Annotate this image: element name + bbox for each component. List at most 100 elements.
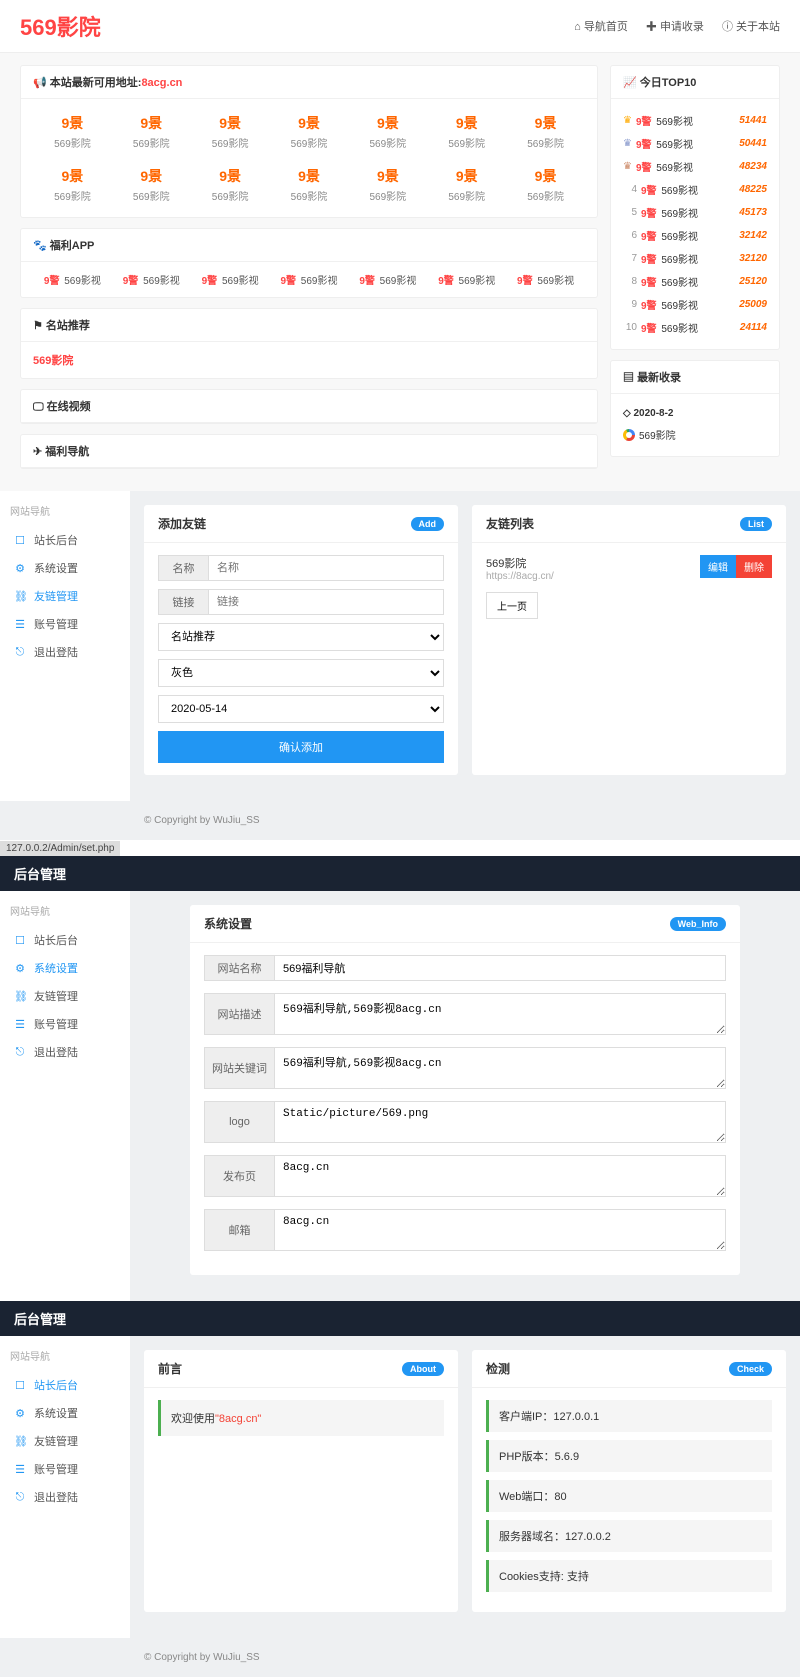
field-textarea[interactable]: 8acg.cn <box>274 1209 726 1251</box>
top10-item[interactable]: ♛9警 569影视48234 <box>623 155 767 178</box>
admin-header: 后台管理 <box>0 856 800 891</box>
sidebar-item[interactable]: ☰ 账号管理 <box>10 1455 120 1483</box>
sidebar-item[interactable]: ☐站长后台 <box>10 1371 120 1399</box>
site-cell[interactable]: 9景569影院 <box>270 109 349 154</box>
fuli-item[interactable]: 9警 569影视 <box>506 272 585 287</box>
site-cell[interactable]: 9景569影院 <box>427 109 506 154</box>
sidebar-icon: ☐ <box>14 534 26 547</box>
site-cell[interactable]: 9景569影院 <box>270 162 349 207</box>
submit-button[interactable]: 确认添加 <box>158 731 444 763</box>
site-icon: 9景 <box>427 166 506 186</box>
site-label: 569影院 <box>506 135 585 150</box>
recent-item[interactable]: 569影院 <box>623 423 767 446</box>
top10-item[interactable]: 79警 569影视32120 <box>623 247 767 270</box>
category-select[interactable]: 名站推荐 <box>158 623 444 651</box>
rec-link[interactable]: 569影院 <box>33 355 73 367</box>
sidebar-item[interactable]: ⚙系统设置 <box>10 954 120 982</box>
site-label: 569影院 <box>427 188 506 203</box>
top10-item[interactable]: 109警 569影视24114 <box>623 316 767 339</box>
sidebar-label: 系统设置 <box>34 560 78 576</box>
site-cell[interactable]: 9景569影院 <box>112 109 191 154</box>
site-logo[interactable]: 569影院 <box>20 10 101 42</box>
nav-home[interactable]: ⌂ 导航首页 <box>574 18 628 34</box>
site-icon: 9景 <box>427 113 506 133</box>
url-bar: 127.0.0.2/Admin/set.php <box>0 841 120 856</box>
sidebar-item[interactable]: ⎋ 退出登陆 <box>10 1483 120 1511</box>
system-settings-title: 系统设置 <box>204 915 252 932</box>
link-list-title: 友链列表 <box>486 515 534 532</box>
top-value: 32120 <box>739 253 767 264</box>
field-textarea[interactable]: 8acg.cn <box>274 1155 726 1197</box>
delete-button[interactable]: 删除 <box>736 555 772 578</box>
sidebar-item[interactable]: ⎋退出登陆 <box>10 1038 120 1066</box>
site-cell[interactable]: 9景569影院 <box>112 162 191 207</box>
check-row: 客户端IP：127.0.0.1 <box>486 1400 772 1432</box>
fuli-item[interactable]: 9警 569影视 <box>348 272 427 287</box>
sidebar-item[interactable]: ☰账号管理 <box>10 610 120 638</box>
site-cell[interactable]: 9景569影院 <box>348 109 427 154</box>
site-cell[interactable]: 9景569影院 <box>33 109 112 154</box>
link-input[interactable] <box>208 589 444 615</box>
site-cell[interactable]: 9景 569影院 <box>427 162 506 207</box>
site-cell[interactable]: 9景569影院 <box>506 109 585 154</box>
fuli-item[interactable]: 9警 569影视 <box>191 272 270 287</box>
rec-title: ⚑ 名站推荐 <box>21 309 597 342</box>
top-value: 48225 <box>739 184 767 195</box>
nav-about[interactable]: ⓘ 关于本站 <box>722 18 780 34</box>
sidebar-item[interactable]: ⎋退出登陆 <box>10 638 120 666</box>
check-title: 检测 <box>486 1360 510 1377</box>
fuli-item[interactable]: 9警 569影视 <box>270 272 349 287</box>
sidebar-label: 退出登陆 <box>34 1489 78 1505</box>
sidebar-label: 账号管理 <box>34 1461 78 1477</box>
sidebar-item[interactable]: ⛓友链管理 <box>10 982 120 1010</box>
site-cell[interactable]: 9景569影院 <box>348 162 427 207</box>
color-select[interactable]: 灰色 <box>158 659 444 687</box>
top10-item[interactable]: 49警 569影视48225 <box>623 178 767 201</box>
field-textarea[interactable]: 569福利导航,569影视8acg.cn <box>274 993 726 1035</box>
top10-item[interactable]: ♛9警 569影视51441 <box>623 109 767 132</box>
field-input[interactable] <box>274 955 726 981</box>
notice-text: 本站最新可用地址:8acg.cn <box>50 77 183 89</box>
sidebar-item[interactable]: ☐站长后台 <box>10 526 120 554</box>
site-cell[interactable]: 9景569影院 <box>33 162 112 207</box>
sidebar-item[interactable]: ⚙系统设置 <box>10 1399 120 1427</box>
sidebar-item[interactable]: ⛓友链管理 <box>10 1427 120 1455</box>
paw-icon: 🐾 <box>33 240 50 252</box>
sidebar-item[interactable]: ☐站长后台 <box>10 926 120 954</box>
top10-item[interactable]: 69警 569影视32142 <box>623 224 767 247</box>
welcome-box: 欢迎使用"8acg.cn" <box>158 1400 444 1436</box>
top10-item[interactable]: 89警 569影视25120 <box>623 270 767 293</box>
top10-item[interactable]: ♛9警 569影视50441 <box>623 132 767 155</box>
rank-number: 9 <box>623 299 637 310</box>
sidebar-item[interactable]: ⚙系统设置 <box>10 554 120 582</box>
date-select[interactable]: 2020-05-14 <box>158 695 444 723</box>
fuli-item[interactable]: 9警 569影视 <box>112 272 191 287</box>
sidebar-item[interactable]: ☰账号管理 <box>10 1010 120 1038</box>
link-item-name: 569影院 <box>486 555 554 571</box>
name-input[interactable] <box>208 555 444 581</box>
site-label: 569影院 <box>348 188 427 203</box>
name-label: 名称 <box>158 555 208 581</box>
site-cell[interactable]: 9景569影院 <box>191 162 270 207</box>
top-value: 32142 <box>739 230 767 241</box>
check-row: PHP版本：5.6.9 <box>486 1440 772 1472</box>
prev-page-button[interactable]: 上一页 <box>486 592 538 619</box>
edit-button[interactable]: 编辑 <box>700 555 736 578</box>
fuli-item[interactable]: 9警 569影视 <box>33 272 112 287</box>
nav-apply[interactable]: ✚ 申请收录 <box>646 18 704 34</box>
site-icon: 9景 <box>112 113 191 133</box>
field-textarea[interactable]: Static/picture/569.png <box>274 1101 726 1143</box>
top10-item[interactable]: 59警 569影视45173 <box>623 201 767 224</box>
fuli-item[interactable]: 9警 569影视 <box>427 272 506 287</box>
site-cell[interactable]: 9景569影院 <box>506 162 585 207</box>
megaphone-icon: 📢 <box>33 77 50 89</box>
sidebar-item[interactable]: ⛓友链管理 <box>10 582 120 610</box>
top10-item[interactable]: 99警 569影视25009 <box>623 293 767 316</box>
site-cell[interactable]: 9景569影院 <box>191 109 270 154</box>
sidebar-icon: ☰ <box>14 1463 26 1476</box>
field-label: 网站关键词 <box>204 1047 274 1089</box>
sidebar-icon: ⎋ <box>14 1491 26 1504</box>
field-textarea[interactable]: 569福利导航,569影视8acg.cn <box>274 1047 726 1089</box>
rank-number: 7 <box>623 253 637 264</box>
site-label: 569影院 <box>112 188 191 203</box>
